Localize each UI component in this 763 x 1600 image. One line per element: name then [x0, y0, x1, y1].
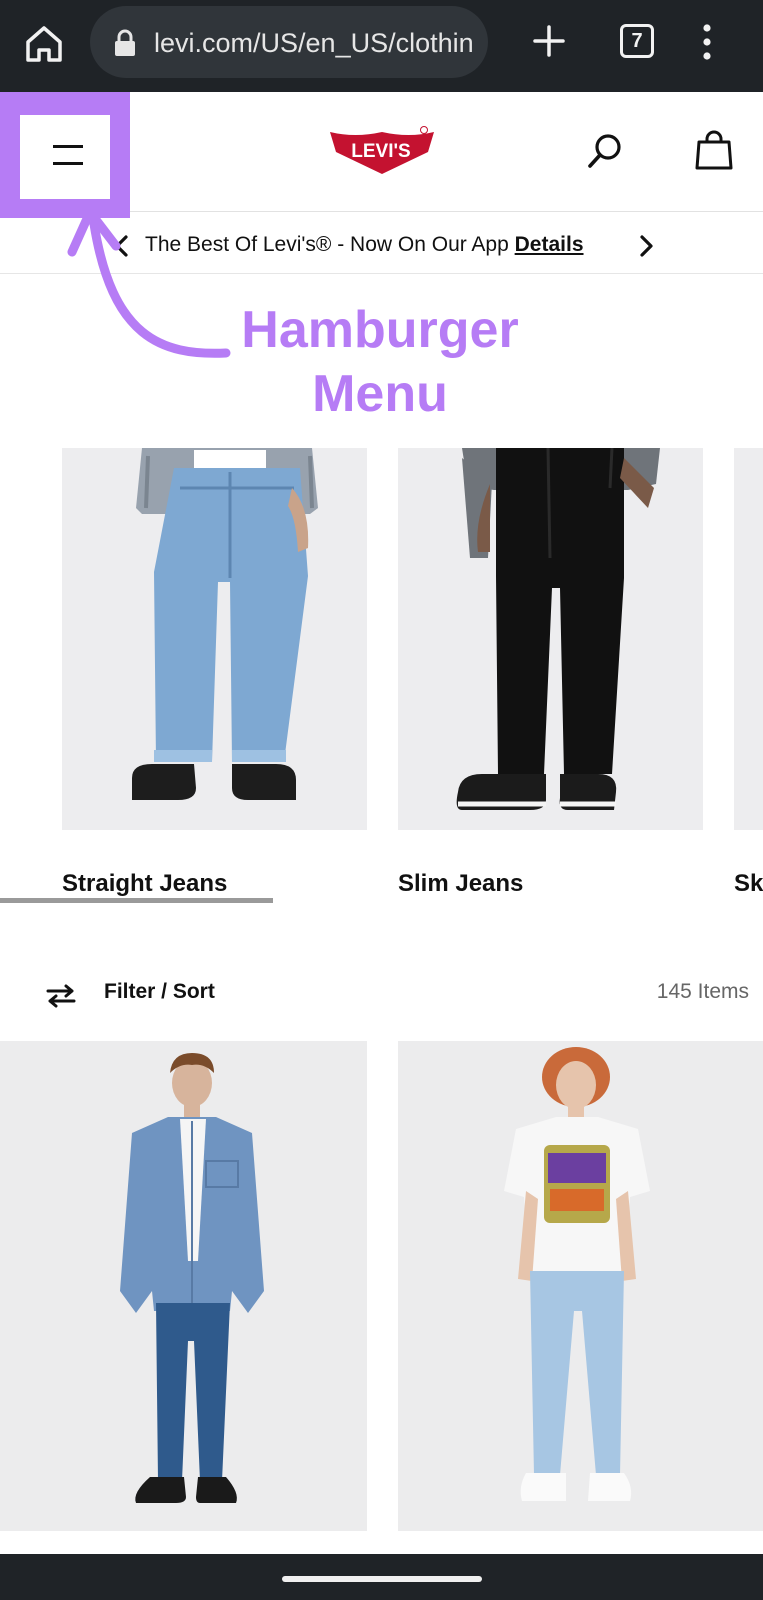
filter-sort-icon[interactable] [44, 984, 78, 1008]
address-bar[interactable]: levi.com/US/en_US/clothing [90, 6, 488, 78]
search-icon[interactable] [585, 132, 625, 172]
annotation-arrow-icon [40, 196, 240, 372]
tab-count-button[interactable]: 7 [620, 24, 654, 58]
system-navigation-bar [0, 1554, 763, 1600]
category-label[interactable]: Slim Jeans [398, 870, 523, 898]
annotation-line-2: Menu [312, 365, 448, 423]
lock-icon [112, 28, 138, 58]
page: levi.com/US/en_US/clothing 7 LEVI'S The … [0, 0, 763, 1600]
chevron-right-icon[interactable] [634, 234, 658, 258]
shopping-bag-icon[interactable] [694, 130, 734, 172]
category-card-skinny-jeans[interactable] [734, 448, 763, 830]
home-icon[interactable] [22, 22, 66, 66]
category-label[interactable]: Straight Jeans [62, 870, 227, 898]
levis-logo[interactable]: LEVI'S [328, 126, 436, 176]
slim-jeans-image [398, 448, 703, 830]
category-card-straight-jeans[interactable] [62, 448, 367, 830]
filter-sort-button[interactable]: Filter / Sort [104, 980, 215, 1004]
url-text[interactable]: levi.com/US/en_US/clothing [154, 26, 474, 60]
browser-toolbar: levi.com/US/en_US/clothing 7 [0, 0, 763, 92]
product-image-graphic-tee [398, 1041, 763, 1531]
svg-text:LEVI'S: LEVI'S [351, 141, 410, 162]
more-menu-icon[interactable] [700, 22, 714, 62]
product-card[interactable] [398, 1041, 763, 1531]
product-card[interactable] [0, 1041, 367, 1531]
hamburger-menu-button[interactable] [20, 115, 110, 199]
annotation-line-1: Hamburger [241, 301, 519, 359]
skinny-jeans-image [734, 448, 763, 830]
menu-line-icon [53, 145, 83, 148]
promo-details-link[interactable]: Details [515, 233, 584, 256]
menu-line-icon [53, 162, 83, 165]
annotation-label: Hamburger Menu [220, 298, 540, 426]
home-gesture-handle[interactable] [282, 1576, 482, 1582]
category-label[interactable]: Sk [734, 870, 763, 898]
new-tab-icon[interactable] [530, 22, 568, 60]
straight-jeans-image [62, 448, 367, 830]
category-card-slim-jeans[interactable] [398, 448, 703, 830]
carousel-scroll-indicator [0, 898, 273, 903]
items-count: 145 Items [656, 980, 749, 1003]
product-image-denim-shirt [0, 1041, 367, 1531]
